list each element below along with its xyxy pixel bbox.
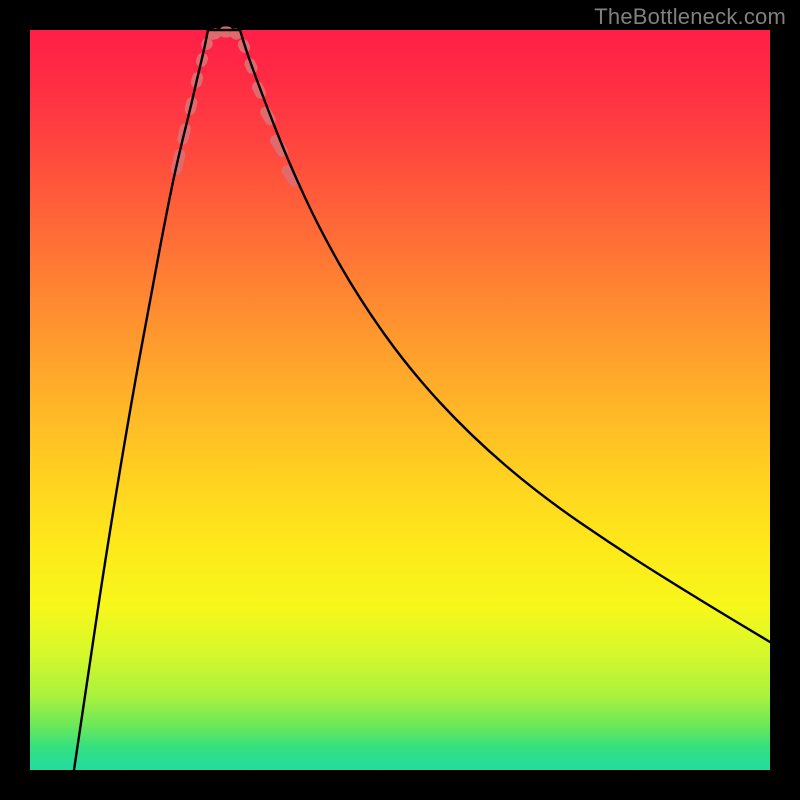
chart-frame: TheBottleneck.com	[0, 0, 800, 800]
curve-layer	[30, 30, 770, 770]
curve-right	[240, 30, 770, 642]
watermark-text: TheBottleneck.com	[594, 4, 786, 30]
plot-area	[30, 30, 770, 770]
